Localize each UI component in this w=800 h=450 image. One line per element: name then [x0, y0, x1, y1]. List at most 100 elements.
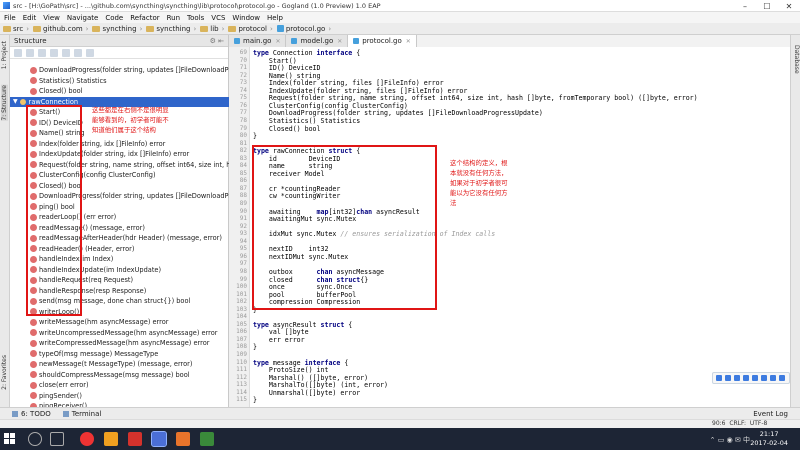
- menu-window[interactable]: Window: [232, 14, 260, 22]
- autoscroll-icon[interactable]: [86, 48, 94, 57]
- method-icon: [30, 371, 37, 378]
- breadcrumb-item[interactable]: github.com ›: [33, 25, 88, 33]
- expand-all-icon[interactable]: [62, 48, 70, 57]
- close-tab-icon[interactable]: ✕: [275, 38, 280, 45]
- app-icon[interactable]: [176, 432, 190, 446]
- sort-alpha-icon[interactable]: [26, 48, 34, 57]
- structure-toolbar: [10, 47, 228, 59]
- taskbar: ⌃ ▭ ◉ ✉ 中 21:17 2017-02-04: [0, 428, 800, 450]
- ime-menu-icon[interactable]: [779, 375, 785, 381]
- tree-item-method[interactable]: Closed() bool: [30, 86, 82, 96]
- go-file-icon: [234, 38, 240, 44]
- structure-title: Structure: [14, 36, 47, 45]
- clock[interactable]: 21:17 2017-02-04: [750, 430, 788, 448]
- ime-shirt-icon[interactable]: [770, 375, 776, 381]
- folder-icon: [33, 25, 42, 32]
- breadcrumb-item[interactable]: syncthing ›: [92, 25, 142, 33]
- tree-item-method[interactable]: writeCompressedMessage(hm asyncMessage) …: [30, 338, 209, 348]
- show-fields-icon[interactable]: [38, 48, 46, 57]
- close-tab-icon[interactable]: ✕: [337, 38, 342, 45]
- annotation-box-struct: [252, 145, 437, 310]
- breadcrumb-item[interactable]: src ›: [3, 25, 29, 33]
- file-explorer-icon[interactable]: [104, 432, 118, 446]
- go-file-icon: [291, 38, 298, 44]
- close-tab-icon[interactable]: ✕: [406, 38, 411, 45]
- menu-view[interactable]: View: [43, 14, 60, 22]
- system-tray-icons[interactable]: ⌃ ▭ ◉ ✉ 中: [710, 435, 750, 445]
- ime-punct-icon[interactable]: [734, 375, 740, 381]
- menu-tools[interactable]: Tools: [187, 14, 204, 22]
- tree-item-method[interactable]: pingSender(): [30, 391, 82, 401]
- menu-run[interactable]: Run: [167, 14, 180, 22]
- breadcrumb-item[interactable]: protocol ›: [228, 25, 273, 33]
- app-icon[interactable]: [200, 432, 214, 446]
- ime-keyboard-icon[interactable]: [761, 375, 767, 381]
- breadcrumb: src › github.com › syncthing › syncthing › l…: [0, 23, 800, 35]
- event-log-button[interactable]: Event Log: [753, 410, 788, 418]
- menu-navigate[interactable]: Navigate: [67, 14, 98, 22]
- tree-item-method[interactable]: writeUncompressedMessage(hm asyncMessage…: [30, 328, 217, 338]
- terminal-tool-tab[interactable]: Terminal: [62, 410, 101, 418]
- favorites-tool-tab[interactable]: 2: Favorites: [1, 355, 8, 390]
- tree-item-method[interactable]: newMessage(t MessageType) (message, erro…: [30, 359, 192, 369]
- tree-item-method[interactable]: close(err error): [30, 380, 89, 390]
- ime-voice-icon[interactable]: [752, 375, 758, 381]
- maximize-icon[interactable]: ☐: [756, 0, 778, 12]
- menu-bar: File Edit View Navigate Code Refactor Ru…: [0, 12, 800, 23]
- folder-icon: [146, 25, 155, 32]
- menu-file[interactable]: File: [4, 14, 16, 22]
- tree-item-method[interactable]: shouldCompressMessage(msg message) bool: [30, 370, 190, 380]
- ime-logo-icon[interactable]: [716, 375, 722, 381]
- close-icon[interactable]: ✕: [778, 0, 800, 12]
- annotation-box-methods: [26, 105, 82, 316]
- code-line: }: [253, 343, 257, 352]
- sort-visibility-icon[interactable]: [14, 48, 22, 57]
- browser-icon[interactable]: [80, 432, 94, 446]
- gogland-taskbar-icon[interactable]: [151, 431, 167, 447]
- status-position[interactable]: 90:6 CRLF: UTF-8: [712, 420, 767, 427]
- todo-tool-tab[interactable]: 6: TODO: [12, 410, 51, 418]
- minimize-icon[interactable]: –: [734, 0, 756, 12]
- tree-item-label: typeOf(msg message) MessageType: [39, 349, 159, 358]
- menu-help[interactable]: Help: [267, 14, 283, 22]
- breadcrumb-item[interactable]: protocol.go ›: [276, 25, 331, 33]
- method-icon: [30, 87, 37, 95]
- panel-settings-icon[interactable]: ⚙ ⇤: [210, 37, 224, 45]
- structure-tool-tab[interactable]: 7: Structure: [1, 85, 8, 121]
- status-bar: 90:6 CRLF: UTF-8: [0, 419, 800, 428]
- windows-start-icon[interactable]: [4, 433, 16, 445]
- code-line: Unmarshal([]byte) error: [253, 388, 361, 397]
- tab-main-go[interactable]: main.go ✕: [229, 35, 287, 47]
- tree-item-label: writeUncompressedMessage(hm asyncMessage…: [39, 328, 218, 337]
- tree-item-label: pingSender(): [39, 391, 82, 400]
- title-bar: src - [H:\GoPath\src] - ...\github.com\s…: [0, 0, 800, 12]
- ime-toolbar[interactable]: [712, 372, 790, 384]
- tree-item-method[interactable]: writeMessage(hm asyncMessage) error: [30, 317, 168, 327]
- inherited-icon[interactable]: [50, 48, 58, 57]
- expand-arrow-icon[interactable]: ▼: [13, 98, 18, 105]
- menu-edit[interactable]: Edit: [23, 14, 37, 22]
- collapse-all-icon[interactable]: [74, 48, 82, 57]
- dx-app-icon[interactable]: [128, 432, 142, 446]
- breadcrumb-item[interactable]: lib ›: [200, 25, 224, 33]
- tree-item-method[interactable]: Statistics() Statistics: [30, 76, 107, 86]
- menu-code[interactable]: Code: [105, 14, 123, 22]
- method-icon: [30, 318, 37, 326]
- menu-vcs[interactable]: VCS: [211, 14, 225, 22]
- project-tool-tab[interactable]: 1: Project: [1, 41, 8, 69]
- method-icon: [30, 360, 37, 368]
- tab-protocol-go[interactable]: protocol.go ✕: [348, 35, 417, 47]
- tab-model-go[interactable]: model.go ✕: [286, 35, 349, 47]
- ime-chinese-icon[interactable]: [725, 375, 731, 381]
- tree-item-method[interactable]: typeOf(msg message) MessageType: [30, 349, 158, 359]
- menu-refactor[interactable]: Refactor: [130, 14, 159, 22]
- search-icon[interactable]: [28, 432, 42, 446]
- ime-emoji-icon[interactable]: [743, 375, 749, 381]
- window-title: src - [H:\GoPath\src] - ...\github.com\s…: [13, 1, 381, 10]
- terminal-icon: [62, 410, 69, 417]
- left-tool-strip: 1: Project 7: Structure 2: Favorites: [0, 35, 10, 407]
- folder-icon: [3, 25, 11, 32]
- breadcrumb-item[interactable]: syncthing ›: [146, 25, 196, 33]
- task-view-icon[interactable]: [50, 432, 64, 446]
- database-tool-tab[interactable]: Database: [793, 45, 800, 74]
